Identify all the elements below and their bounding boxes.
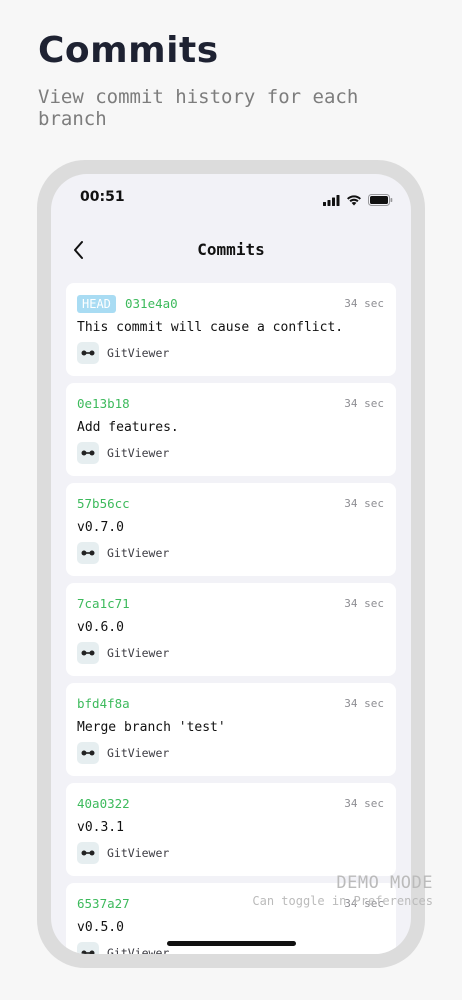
author-row: GitViewer <box>77 742 169 764</box>
commit-hash: 40a0322 <box>77 796 130 811</box>
git-commit-icon <box>77 742 99 764</box>
commit-header: 0e13b18 34 sec <box>77 395 384 413</box>
commit-card[interactable]: 40a0322 34 sec v0.3.1 GitViewer <box>66 783 396 876</box>
commit-message: v0.3.1 <box>77 820 124 835</box>
git-commit-icon <box>77 542 99 564</box>
git-commit-icon <box>77 342 99 364</box>
commit-header: 40a0322 34 sec <box>77 795 384 813</box>
commit-time: 34 sec <box>344 397 384 410</box>
commit-header: bfd4f8a 34 sec <box>77 695 384 713</box>
commit-card[interactable]: HEAD 031e4a0 34 sec This commit will cau… <box>66 283 396 376</box>
commit-card[interactable]: 7ca1c71 34 sec v0.6.0 GitViewer <box>66 583 396 676</box>
commit-time: 34 sec <box>344 297 384 310</box>
commit-hash: 6537a27 <box>77 896 130 911</box>
commit-header: 7ca1c71 34 sec <box>77 595 384 613</box>
author-name: GitViewer <box>107 446 170 460</box>
author-name: GitViewer <box>107 346 170 360</box>
author-name: GitViewer <box>107 746 170 760</box>
commit-message: Merge branch 'test' <box>77 720 226 735</box>
demo-mode-title: DEMO MODE <box>336 873 433 893</box>
author-row: GitViewer <box>77 942 169 954</box>
cellular-signal-icon <box>323 191 340 210</box>
commit-time: 34 sec <box>344 497 384 510</box>
author-row: GitViewer <box>77 842 169 864</box>
demo-mode-overlay: DEMO MODE Can toggle in Preferences <box>252 873 433 908</box>
commit-time: 34 sec <box>344 697 384 710</box>
author-row: GitViewer <box>77 542 169 564</box>
commit-header: HEAD 031e4a0 34 sec <box>77 295 384 313</box>
commit-message: Add features. <box>77 420 179 435</box>
author-name: GitViewer <box>107 846 170 860</box>
commit-list: HEAD 031e4a0 34 sec This commit will cau… <box>66 283 396 954</box>
status-time: 00:51 <box>80 189 125 205</box>
status-bar: 00:51 <box>51 174 411 220</box>
git-commit-icon <box>77 642 99 664</box>
git-commit-icon <box>77 942 99 954</box>
commit-time: 34 sec <box>344 797 384 810</box>
commit-message: v0.7.0 <box>77 520 124 535</box>
git-commit-icon <box>77 842 99 864</box>
author-row: GitViewer <box>77 342 169 364</box>
commit-message: This commit will cause a conflict. <box>77 320 344 335</box>
wifi-icon <box>346 191 362 210</box>
promo-title: Commits <box>38 30 219 71</box>
phone-frame: 00:51 Commits HEAD 031e4a0 34 sec This c… <box>37 160 425 968</box>
commit-hash: 57b56cc <box>77 496 130 511</box>
commit-message: v0.6.0 <box>77 620 124 635</box>
commit-card[interactable]: 57b56cc 34 sec v0.7.0 GitViewer <box>66 483 396 576</box>
commit-hash: bfd4f8a <box>77 696 130 711</box>
status-icons <box>323 191 393 210</box>
commit-hash: 0e13b18 <box>77 396 130 411</box>
commit-card[interactable]: bfd4f8a 34 sec Merge branch 'test' GitVi… <box>66 683 396 776</box>
author-row: GitViewer <box>77 642 169 664</box>
git-commit-icon <box>77 442 99 464</box>
commit-hash: 7ca1c71 <box>77 596 130 611</box>
nav-title: Commits <box>197 240 265 259</box>
commit-header: 57b56cc 34 sec <box>77 495 384 513</box>
home-indicator[interactable] <box>167 941 296 946</box>
head-badge: HEAD <box>77 295 116 313</box>
author-row: GitViewer <box>77 442 169 464</box>
author-name: GitViewer <box>107 946 170 954</box>
commit-card[interactable]: 0e13b18 34 sec Add features. GitViewer <box>66 383 396 476</box>
commit-time: 34 sec <box>344 597 384 610</box>
demo-mode-subtitle: Can toggle in Preferences <box>252 894 433 908</box>
promo-subtitle: View commit history for each branch <box>38 86 359 130</box>
author-name: GitViewer <box>107 646 170 660</box>
commit-hash: 031e4a0 <box>125 296 178 311</box>
phone-screen: 00:51 Commits HEAD 031e4a0 34 sec This c… <box>51 174 411 954</box>
commit-message: v0.5.0 <box>77 920 124 935</box>
nav-bar: Commits <box>51 224 411 276</box>
author-name: GitViewer <box>107 546 170 560</box>
battery-icon <box>368 191 393 210</box>
